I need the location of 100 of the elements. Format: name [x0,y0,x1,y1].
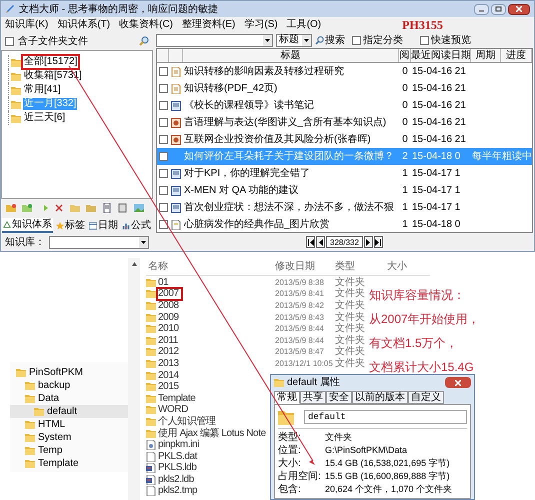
tab[interactable]: 安全 [326,391,352,404]
search-button[interactable] [139,36,149,46]
note-icon [171,134,181,144]
maximize-button[interactable] [491,4,506,14]
file-name[interactable]: PKLS.dat [158,452,198,462]
file-name[interactable]: pkls2.ldb [158,474,194,485]
last-page-button[interactable] [374,236,383,248]
table-row[interactable]: 对于KPI，你的理解完全错了 1 15-04-17 1 [157,165,532,182]
checkbox[interactable] [158,118,168,127]
table-row[interactable]: 言语理解与表达(华图讲义_含所有基本知识点) 0 15-04-16 21 [157,114,532,131]
menu-item[interactable]: 知识体系(T) [57,17,110,32]
search-field[interactable] [156,34,273,46]
column-header[interactable]: 大小 [385,259,423,274]
checkbox[interactable] [5,36,14,46]
checkbox[interactable] [158,186,168,195]
toolbar-button[interactable] [54,203,64,213]
next-page-button[interactable] [364,236,373,248]
checkbox[interactable] [158,152,168,161]
menu-item[interactable]: 收集资料(C) [119,17,174,32]
checkbox[interactable] [158,84,168,93]
tree-item[interactable]: Temp [10,444,128,457]
checkbox[interactable] [158,220,168,229]
column-header[interactable]: 类型 [333,259,385,274]
menu-item[interactable]: 知识库(K) [5,17,48,32]
field-dropdown[interactable]: 标题 [276,34,312,46]
file-name[interactable]: WORD [158,405,188,416]
table-row[interactable]: 知识转移的影响因素及转移过程研究 0 15-04-16 21 [157,63,532,80]
file-name[interactable]: 2013 [158,358,179,369]
tab[interactable]: 日期 [88,218,119,233]
tree-item[interactable]: default [10,405,128,418]
file-name[interactable]: 2011 [158,336,178,346]
minimize-button[interactable] [474,4,489,14]
file-name[interactable]: 2007 [158,289,181,300]
file-name[interactable]: PKLS.ldb [158,463,196,474]
table-row[interactable]: 心脏病发作的经典作品_图片欣赏 1 15-04-18 0 [157,216,532,233]
file-name[interactable]: 2008 [158,300,179,311]
checkbox[interactable] [158,135,168,144]
tree-item[interactable]: System [10,431,128,444]
column-header[interactable]: 名称 [146,259,273,274]
file-name[interactable]: 使用 Ajax 编纂 Lotus Note [158,428,266,439]
tree-item[interactable]: Template [10,457,128,470]
column-header[interactable]: 周期 [471,49,501,62]
file-name[interactable]: Template [158,394,196,404]
close-button[interactable] [445,377,471,388]
previous-page-button[interactable] [316,236,326,248]
toolbar-button[interactable] [118,203,128,213]
toolbar-button[interactable] [6,203,16,213]
file-name[interactable]: 2009 [158,312,179,323]
column-header[interactable]: 修改日期 [273,259,333,274]
file-name[interactable]: 2012 [158,347,179,358]
file-name[interactable]: 2010 [158,324,179,334]
tree-item[interactable]: 常用[41] [23,84,62,96]
column-header[interactable]: 标题 [183,49,399,62]
tab[interactable]: 常规 [274,391,300,404]
tab[interactable]: 标签 [55,218,86,233]
tree-item[interactable]: backup [10,379,128,392]
column-header[interactable]: 阅 [399,49,411,62]
tree-item[interactable]: HTML [10,418,128,431]
field-label: 知识库： [5,236,45,250]
search-button[interactable]: 搜索 [315,32,345,48]
page-field[interactable]: 328/332 [326,236,363,248]
name-field[interactable]: default [304,410,467,424]
close-button[interactable] [508,4,530,14]
document-icon [118,203,128,213]
database-file-icon [146,463,156,474]
tree-item[interactable]: Data [10,392,128,405]
checkbox[interactable] [420,36,429,44]
checkbox[interactable] [158,203,168,212]
checkbox[interactable] [158,169,168,178]
tab[interactable]: 公式 [121,218,152,233]
file-name[interactable]: 01 [158,278,168,288]
tab[interactable]: 知识体系 [2,218,53,233]
file-name[interactable]: 个人知识管理 [158,416,216,427]
column-header[interactable]: 进度 [501,49,532,62]
file-name[interactable]: 2015 [158,382,179,392]
tree-item[interactable]: 近三天[6] [23,112,66,124]
menu-item[interactable]: 工具(O) [286,17,322,32]
tree-item[interactable]: PinSoftPKM [10,366,128,379]
checkbox[interactable] [158,67,168,76]
tab[interactable]: 共享 [300,391,326,404]
checkbox[interactable] [352,36,361,44]
file-name[interactable]: pinpkm.ini [158,440,200,450]
first-page-button[interactable] [306,236,316,248]
toolbar-button[interactable] [102,203,112,213]
column-header[interactable]: 最近阅读日期 [411,49,471,62]
scrollbar[interactable] [128,258,140,500]
table-row[interactable]: X-MEN 对 QA 功能的建议 1 15-04-17 1 [157,182,532,199]
file-name[interactable]: pkls2.tmp [158,486,198,496]
tab[interactable]: 自定义 [408,391,444,404]
checkbox[interactable] [158,101,168,110]
library-dropdown[interactable] [49,236,149,248]
tree-item[interactable]: 全部[15172] [23,56,78,68]
table-row[interactable]: 互联网企业投资价值及其风险分析(张春晖) 0 15-04-16 21 [157,131,532,148]
file-name[interactable]: 2014 [158,370,179,381]
menu-item[interactable]: 整理资料(E) [182,17,236,32]
table-row[interactable]: 首次创业症状：想法不深，办法不多，做法不狠 1 15-04-17 1 [157,199,532,216]
tab[interactable]: 以前的版本 [352,391,408,404]
menu-item[interactable]: 学习(S) [244,17,278,32]
table-row[interactable]: 《校长的课程领导》读书笔记 0 15-04-16 21 [157,97,532,114]
table-row[interactable]: 知识转移(PDF_42页) 0 15-04-16 21 [157,80,532,97]
